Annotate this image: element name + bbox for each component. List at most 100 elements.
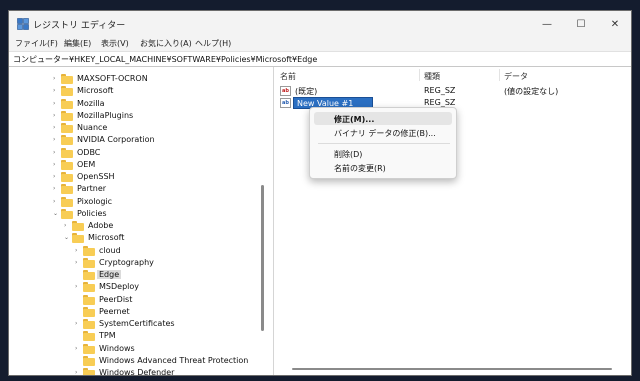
tree-item-label: Windows: [99, 343, 135, 353]
tree-item[interactable]: › cloud: [9, 245, 270, 257]
menu-file[interactable]: ファイル(F): [15, 38, 58, 49]
expand-chevron-icon[interactable]: ›: [53, 112, 55, 120]
context-rename-label: 名前の変更(R): [334, 164, 386, 173]
tree-item-label: OpenSSH: [77, 172, 115, 181]
value-data: (値の設定なし): [504, 87, 559, 96]
tree-item-label: Microsoft: [88, 233, 125, 243]
folder-icon: [72, 233, 84, 244]
minimize-button[interactable]: —: [530, 11, 564, 37]
tree-item[interactable]: ⌄ Microsoft: [9, 232, 270, 244]
context-modify-binary[interactable]: バイナリ データの修正(B)...: [314, 126, 452, 139]
tree-item[interactable]: PeerDist: [9, 294, 270, 306]
tree-item[interactable]: TPM: [9, 330, 270, 342]
expand-chevron-icon[interactable]: ›: [75, 369, 77, 375]
tree-item-label: Adobe: [88, 221, 114, 230]
tree-item[interactable]: › Nuance: [9, 122, 270, 134]
column-divider[interactable]: [419, 69, 420, 81]
tree-item[interactable]: › Cryptography: [9, 257, 270, 269]
context-delete[interactable]: 削除(D): [314, 147, 452, 160]
tree-item-label: MSDeploy: [99, 282, 139, 292]
tree-item[interactable]: › MAXSOFT-OCRON: [9, 73, 270, 85]
tree-item[interactable]: › MSDeploy: [9, 281, 270, 293]
expand-chevron-icon[interactable]: ›: [75, 283, 77, 291]
tree-item-label: Nuance: [77, 123, 108, 132]
expand-chevron-icon[interactable]: ›: [75, 320, 77, 328]
value-row[interactable]: ab (既定) REG_SZ (値の設定なし): [274, 85, 631, 97]
tree-item[interactable]: › NVIDIA Corporation: [9, 134, 270, 146]
tree-item[interactable]: › Windows: [9, 343, 270, 355]
expand-chevron-icon[interactable]: ›: [53, 100, 55, 108]
context-menu: 修正(M)... バイナリ データの修正(B)... 削除(D) 名前の変更(R…: [309, 107, 457, 179]
tree-item[interactable]: › MozillaPlugins: [9, 110, 270, 122]
string-value-icon: ab: [280, 86, 291, 96]
window-title: レジストリ エディター: [33, 21, 126, 31]
folder-icon: [83, 294, 95, 305]
column-divider[interactable]: [499, 69, 500, 81]
registry-editor-window: レジストリ エディター — ☐ ✕ ファイル(F) 編集(E) 表示(V) お気…: [8, 10, 632, 376]
tree-item[interactable]: › Windows Defender: [9, 367, 270, 375]
menu-view[interactable]: 表示(V): [101, 38, 129, 49]
tree-item[interactable]: ⌄ Policies: [9, 208, 270, 220]
menu-edit[interactable]: 編集(E): [64, 38, 91, 49]
key-tree-pane[interactable]: › MAXSOFT-OCRON › Microsoft › Mozilla › Mozilla…: [9, 67, 270, 375]
value-type: REG_SZ: [424, 86, 456, 95]
tree-item[interactable]: › SystemCertificates: [9, 318, 270, 330]
tree-item[interactable]: › Pixologic: [9, 196, 270, 208]
value-type: REG_SZ: [424, 98, 456, 107]
expand-chevron-icon[interactable]: ›: [53, 149, 55, 157]
tree-item[interactable]: › Partner: [9, 183, 270, 195]
values-horizontal-scrollbar-thumb[interactable]: [292, 368, 612, 370]
address-path[interactable]: コンピューター¥HKEY_LOCAL_MACHINE¥SOFTWARE¥Poli…: [13, 54, 317, 65]
menu-bar: ファイル(F) 編集(E) 表示(V) お気に入り(A) ヘルプ(H): [9, 37, 631, 51]
tree-item[interactable]: › Mozilla: [9, 98, 270, 110]
context-delete-label: 削除(D): [334, 150, 363, 159]
column-header-data[interactable]: データ: [504, 71, 528, 82]
menu-help[interactable]: ヘルプ(H): [195, 38, 231, 49]
tree-item-label: Partner: [77, 184, 107, 194]
folder-icon: [61, 110, 73, 121]
tree-item[interactable]: Windows Advanced Threat Protection: [9, 355, 270, 367]
tree-item-selected[interactable]: Edge: [9, 269, 270, 281]
tree-item-label: NVIDIA Corporation: [77, 135, 155, 145]
tree-item[interactable]: › Adobe: [9, 220, 270, 232]
expand-chevron-icon[interactable]: ›: [53, 75, 55, 83]
context-modify-binary-label: バイナリ データの修正(B)...: [334, 129, 436, 138]
context-separator: [318, 143, 450, 144]
tree-item[interactable]: › ODBC: [9, 147, 270, 159]
expand-chevron-icon[interactable]: ›: [53, 161, 55, 169]
tree-item[interactable]: › OEM: [9, 159, 270, 171]
expand-chevron-icon[interactable]: ›: [53, 124, 55, 132]
folder-icon: [61, 196, 73, 207]
address-bar[interactable]: コンピューター¥HKEY_LOCAL_MACHINE¥SOFTWARE¥Poli…: [9, 51, 631, 67]
menu-favorites[interactable]: お気に入り(A): [140, 38, 192, 49]
expand-chevron-icon[interactable]: ›: [75, 345, 77, 353]
column-header-type[interactable]: 種類: [424, 71, 440, 82]
expand-chevron-icon[interactable]: ›: [75, 247, 77, 255]
close-button[interactable]: ✕: [598, 11, 631, 37]
tree-scrollbar-thumb[interactable]: [261, 185, 264, 331]
folder-icon: [61, 147, 73, 158]
expand-chevron-icon[interactable]: ›: [53, 87, 55, 95]
expand-chevron-icon[interactable]: ›: [75, 259, 77, 267]
tree-item-label: Edge: [97, 270, 122, 279]
expand-chevron-icon[interactable]: ›: [53, 173, 55, 181]
context-rename[interactable]: 名前の変更(R): [314, 161, 452, 174]
tree-item[interactable]: › OpenSSH: [9, 171, 270, 183]
tree-item-label: Mozilla: [77, 98, 105, 108]
column-header-name[interactable]: 名前: [280, 71, 296, 82]
maximize-button[interactable]: ☐: [564, 11, 598, 37]
context-modify[interactable]: 修正(M)...: [314, 112, 452, 125]
tree-item[interactable]: › Microsoft: [9, 85, 270, 97]
collapse-chevron-icon[interactable]: ⌄: [64, 234, 69, 242]
folder-icon: [61, 86, 73, 97]
expand-chevron-icon[interactable]: ›: [53, 185, 55, 193]
folder-icon: [83, 270, 95, 280]
title-bar: レジストリ エディター — ☐ ✕: [9, 11, 631, 37]
expand-chevron-icon[interactable]: ›: [53, 198, 55, 206]
folder-icon: [61, 123, 73, 133]
collapse-chevron-icon[interactable]: ⌄: [53, 210, 58, 218]
tree-item-label: Peernet: [99, 306, 130, 316]
tree-item[interactable]: Peernet: [9, 306, 270, 318]
expand-chevron-icon[interactable]: ›: [64, 222, 66, 230]
expand-chevron-icon[interactable]: ›: [53, 136, 55, 144]
